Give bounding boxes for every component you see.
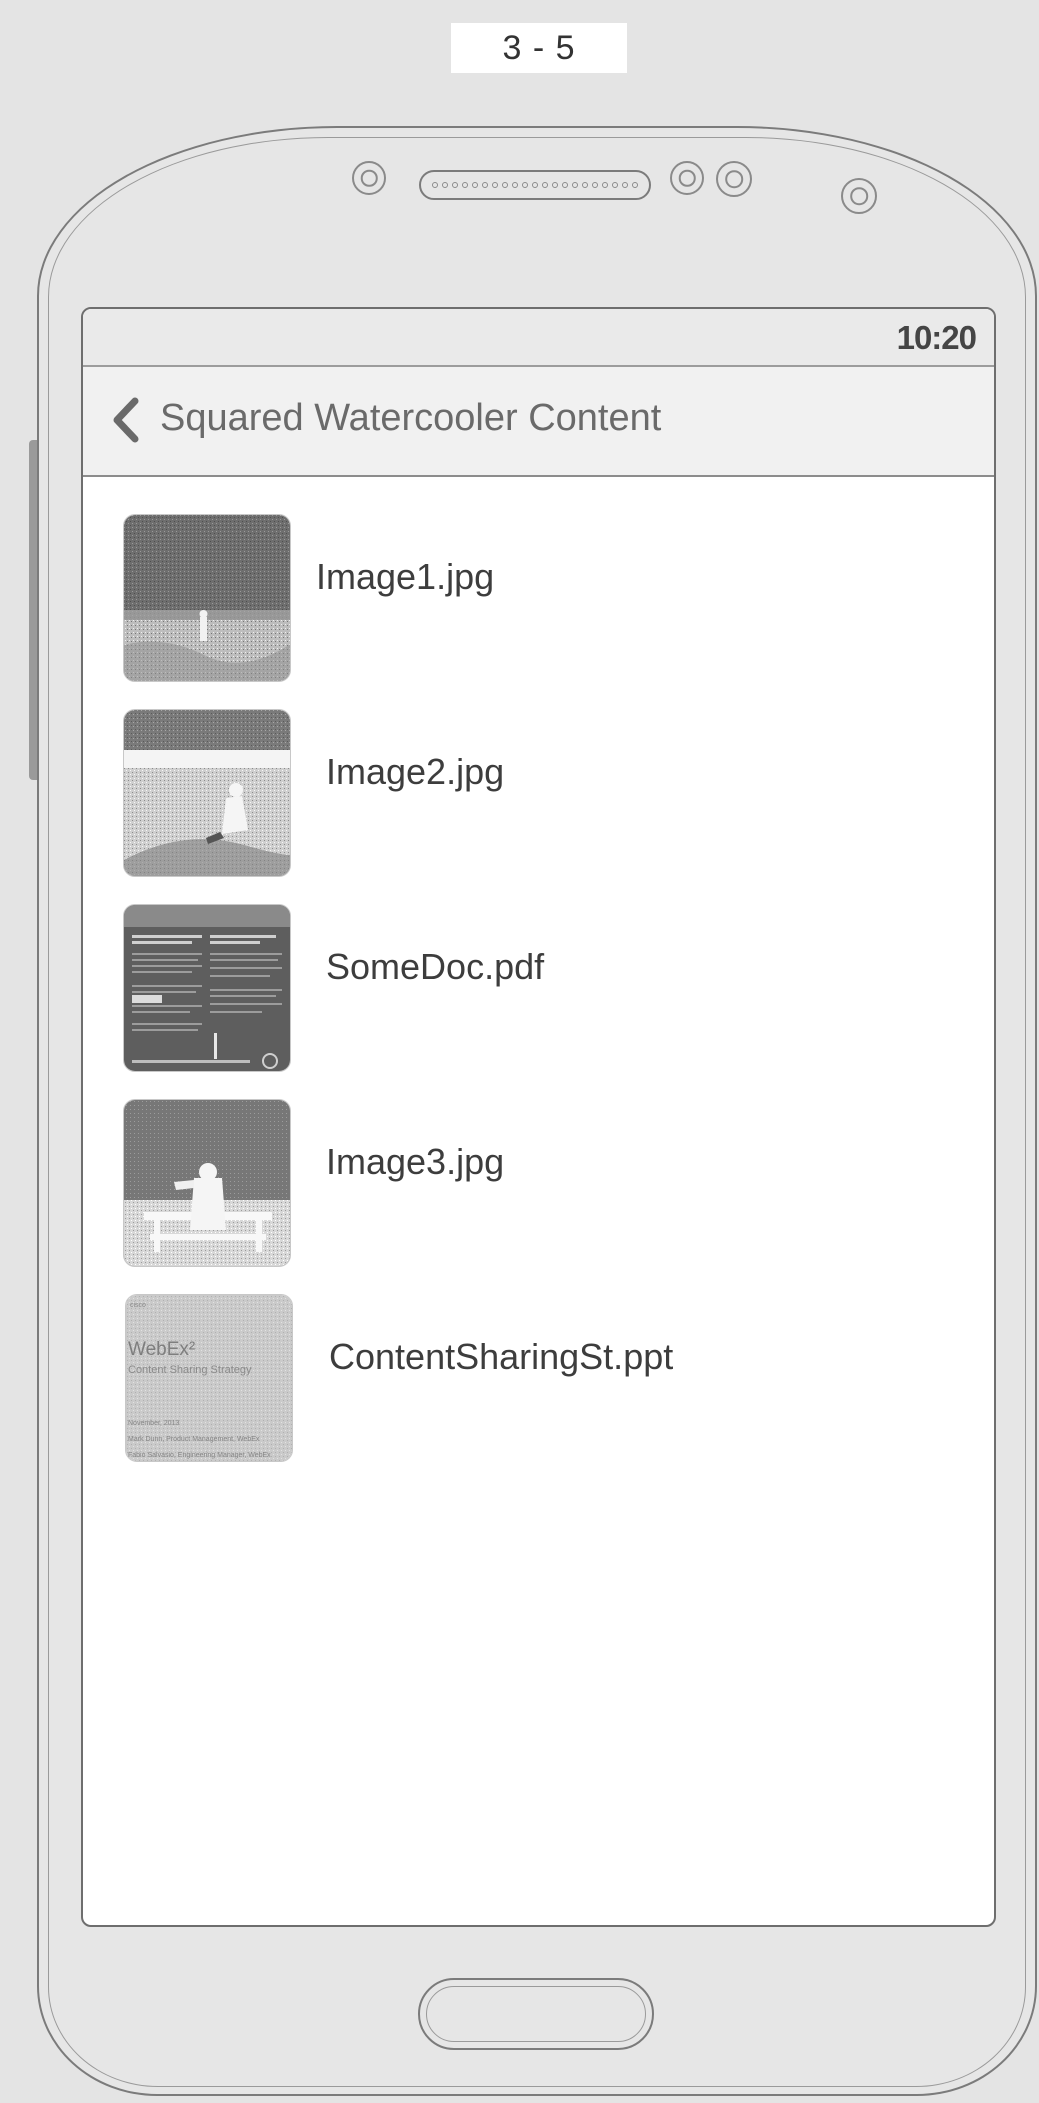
file-name: ContentSharingSt.ppt xyxy=(329,1336,674,1377)
file-name: Image1.jpg xyxy=(316,556,495,597)
list-item[interactable]: Image2.jpg xyxy=(123,709,943,879)
list-item[interactable]: Image1.jpg xyxy=(123,514,943,684)
earpiece-speaker xyxy=(419,170,651,200)
file-name: Image3.jpg xyxy=(326,1141,505,1182)
presentation-slide-thumbnail: cisco WebEx² Content Sharing Strategy No… xyxy=(125,1294,293,1462)
ppt-subtitle: Content Sharing Strategy xyxy=(128,1364,252,1376)
side-volume-button xyxy=(29,440,37,780)
ppt-title: WebEx² xyxy=(128,1339,195,1360)
list-item[interactable]: Image3.jpg xyxy=(123,1099,943,1269)
status-bar: 10:20 xyxy=(83,309,994,367)
front-camera-icon xyxy=(841,178,877,214)
home-button[interactable] xyxy=(418,1978,654,2050)
file-name: SomeDoc.pdf xyxy=(326,946,545,987)
status-time: 10:20 xyxy=(896,319,977,356)
pdf-document-thumbnail xyxy=(123,904,291,1072)
list-item[interactable]: cisco WebEx² Content Sharing Strategy No… xyxy=(123,1294,943,1464)
navigation-bar: Squared Watercooler Content xyxy=(83,367,994,477)
file-name: Image2.jpg xyxy=(326,751,505,792)
ppt-line1: Mark Dunn, Product Management, WebEx xyxy=(128,1436,260,1443)
light-sensor-icon xyxy=(716,161,752,197)
ppt-date: November, 2013 xyxy=(128,1420,179,1427)
chevron-left-icon[interactable] xyxy=(107,395,147,445)
file-list: Image1.jpg Image2.jpg SomeDoc.pdf Image3… xyxy=(83,477,994,1925)
list-item[interactable]: SomeDoc.pdf xyxy=(123,904,943,1074)
ppt-line2: Fabio Salvasio, Engineering Manager, Web… xyxy=(128,1452,271,1459)
proximity-sensor-icon xyxy=(670,161,704,195)
page-label: 3 - 5 xyxy=(451,23,627,73)
front-sensor-icon xyxy=(352,161,386,195)
ppt-brand: cisco xyxy=(130,1302,146,1309)
phone-screen: 10:20 Squared Watercooler Content Image1… xyxy=(81,307,996,1927)
page-title: Squared Watercooler Content xyxy=(160,397,662,439)
seated-person-photo-thumbnail xyxy=(123,709,291,877)
landscape-photo-thumbnail xyxy=(123,514,291,682)
bench-photo-thumbnail xyxy=(123,1099,291,1267)
